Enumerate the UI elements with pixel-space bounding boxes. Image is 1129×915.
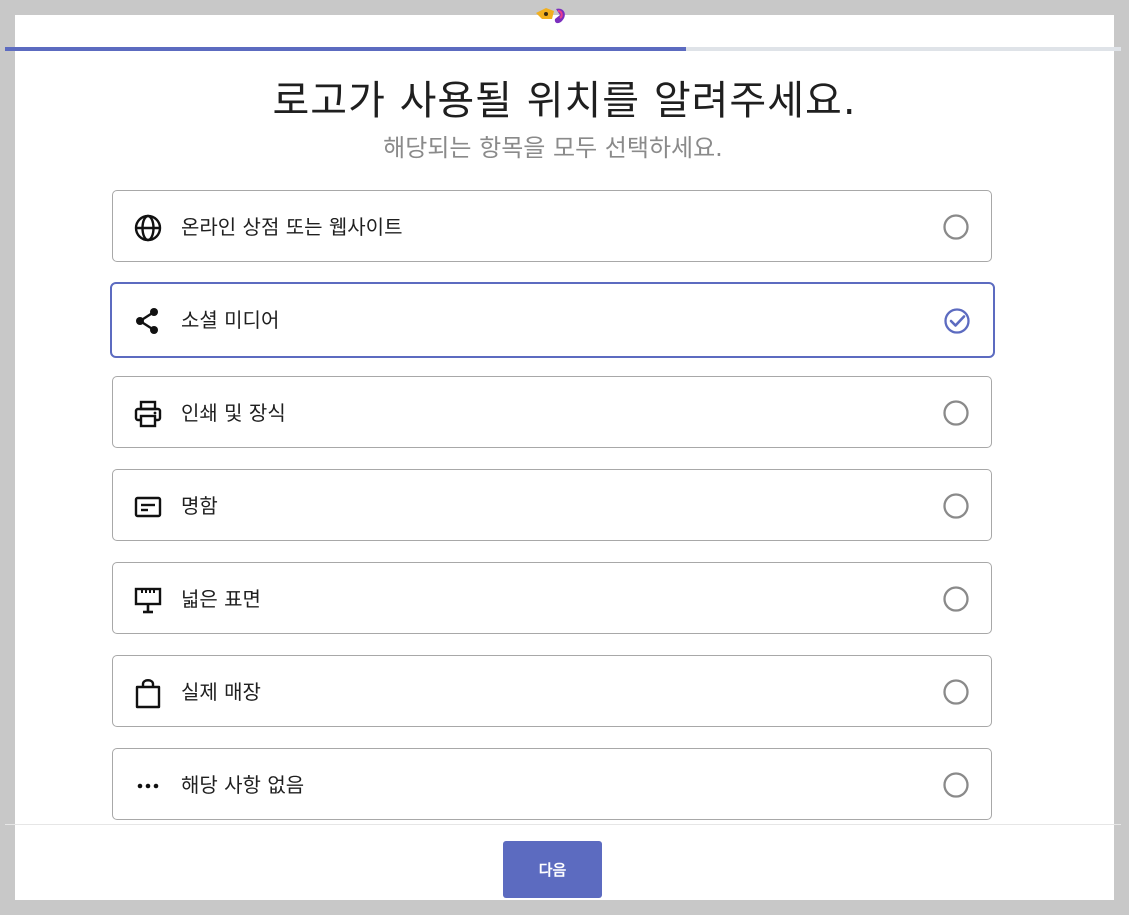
shopping-bag-icon: [133, 678, 163, 709]
radio-circle-icon[interactable]: [942, 585, 970, 613]
printer-icon: [133, 399, 163, 429]
more-dots-icon: [133, 771, 163, 801]
option-label: 해당 사항 없음: [181, 773, 305, 797]
radio-circle-icon[interactable]: [942, 678, 970, 706]
option-large-surface[interactable]: 넓은 표면: [112, 562, 992, 634]
option-label: 인쇄 및 장식: [181, 401, 286, 425]
option-physical-store[interactable]: 실제 매장: [112, 655, 992, 727]
share-icon: [133, 306, 163, 336]
brand-logo-icon: [536, 8, 565, 24]
radio-circle-icon[interactable]: [942, 492, 970, 520]
option-label: 온라인 상점 또는 웹사이트: [181, 215, 403, 239]
globe-icon: [133, 213, 163, 243]
page-title: 로고가 사용될 위치를 알려주세요.: [272, 78, 857, 124]
option-social-media[interactable]: 소셜 미디어: [110, 282, 995, 358]
option-business-card[interactable]: 명함: [112, 469, 992, 541]
progress-bar: [5, 47, 1121, 51]
option-print-decoration[interactable]: 인쇄 및 장식: [112, 376, 992, 448]
option-label: 소셜 미디어: [181, 308, 280, 332]
option-label: 명함: [181, 494, 218, 518]
option-online-store[interactable]: 온라인 상점 또는 웹사이트: [112, 190, 992, 262]
progress-bar-fill: [5, 47, 686, 51]
check-circle-icon[interactable]: [943, 307, 971, 335]
business-card-icon: [133, 492, 163, 522]
page-subtitle: 해당되는 항목을 모두 선택하세요.: [383, 134, 723, 162]
radio-circle-icon[interactable]: [942, 771, 970, 799]
next-button[interactable]: 다음: [503, 841, 602, 898]
radio-circle-icon[interactable]: [942, 213, 970, 241]
footer-divider: [5, 824, 1121, 825]
radio-circle-icon[interactable]: [942, 399, 970, 427]
billboard-icon: [133, 585, 163, 615]
option-label: 넓은 표면: [181, 587, 261, 611]
option-label: 실제 매장: [181, 680, 261, 704]
option-none[interactable]: 해당 사항 없음: [112, 748, 992, 820]
